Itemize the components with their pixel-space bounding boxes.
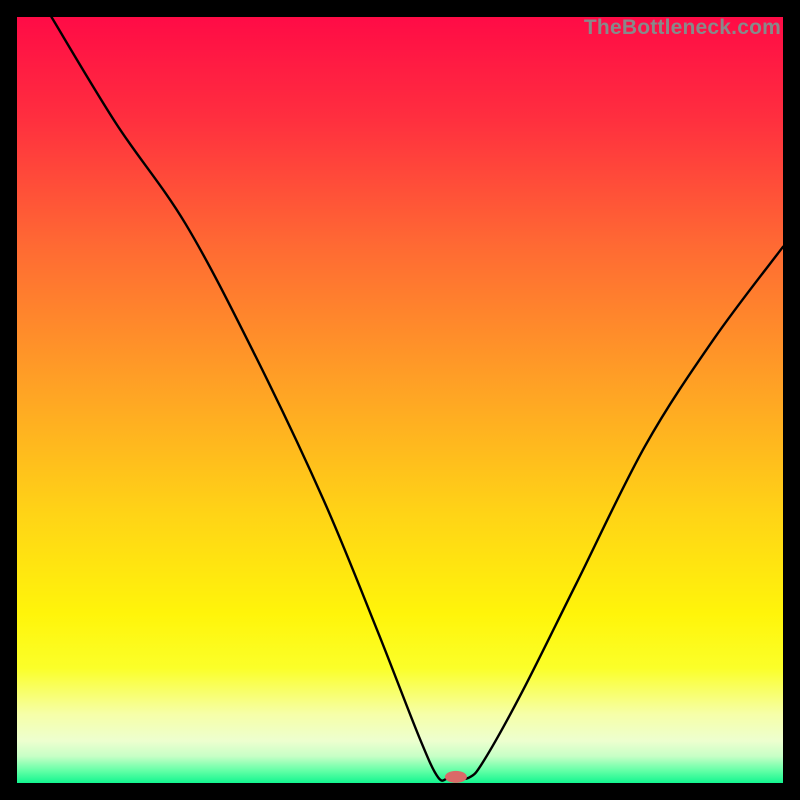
- gradient-background: [17, 17, 783, 783]
- chart-frame: TheBottleneck.com: [17, 17, 783, 783]
- watermark-text: TheBottleneck.com: [584, 16, 781, 40]
- optimal-marker: [445, 771, 467, 783]
- bottleneck-chart: [17, 17, 783, 783]
